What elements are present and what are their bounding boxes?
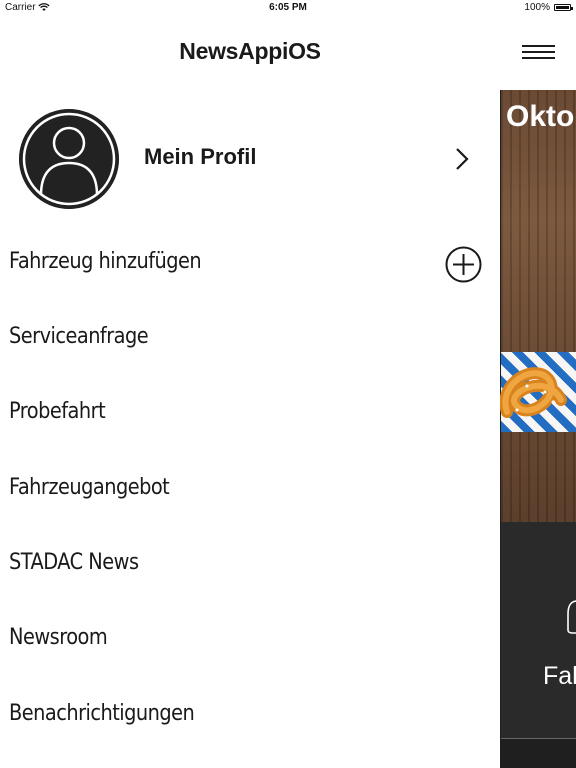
vehicle-card-label: Fah xyxy=(543,662,576,690)
profile-label: Mein Profil xyxy=(144,144,257,169)
menu-item-label: Serviceanfrage xyxy=(9,324,149,349)
chevron-right-icon xyxy=(456,148,469,170)
vehicle-card[interactable]: Fah xyxy=(501,522,576,738)
menu-item-serviceanfrage[interactable]: Serviceanfrage xyxy=(0,302,500,377)
content-peek[interactable]: Oktob Fah xyxy=(500,90,576,768)
news-card-image[interactable]: Oktob xyxy=(500,90,576,522)
menu-item-newsroom[interactable]: Newsroom xyxy=(0,603,500,678)
profile-row[interactable]: Mein Profil xyxy=(0,90,500,227)
battery-icon xyxy=(554,4,573,11)
hamburger-menu-icon[interactable] xyxy=(522,44,555,62)
menu-item-label: Fahrzeug hinzufügen xyxy=(9,249,202,274)
menu-item-label: Probefahrt xyxy=(9,399,106,424)
menu-item-fahrzeug-hinzufuegen[interactable]: Fahrzeug hinzufügen xyxy=(0,227,500,302)
clock: 6:05 PM xyxy=(269,2,307,13)
menu-item-stadac-news[interactable]: STADAC News xyxy=(0,528,500,603)
pretzel-image xyxy=(500,367,567,418)
menu-item-label: Benachrichtigungen xyxy=(9,701,195,726)
menu-item-label: STADAC News xyxy=(9,550,139,575)
user-avatar-icon xyxy=(19,109,119,209)
menu-item-probefahrt[interactable]: Probefahrt xyxy=(0,377,500,452)
news-card-title: Oktob xyxy=(506,100,576,133)
divider xyxy=(501,738,576,739)
car-icon xyxy=(567,600,576,634)
side-drawer: Mein Profil Fahrzeug hinzufügen Servicea… xyxy=(0,90,500,768)
battery-percent: 100% xyxy=(524,2,550,13)
status-bar: Carrier 6:05 PM 100% xyxy=(0,0,576,16)
navigation-bar: NewsAppiOS xyxy=(0,16,576,90)
menu-item-fahrzeugangebot[interactable]: Fahrzeugangebot xyxy=(0,453,500,528)
menu-item-label: Fahrzeugangebot xyxy=(9,475,170,500)
menu-item-benachrichtigungen[interactable]: Benachrichtigungen xyxy=(0,679,500,754)
page-title: NewsAppiOS xyxy=(179,38,321,64)
menu-item-label: Newsroom xyxy=(9,625,108,650)
